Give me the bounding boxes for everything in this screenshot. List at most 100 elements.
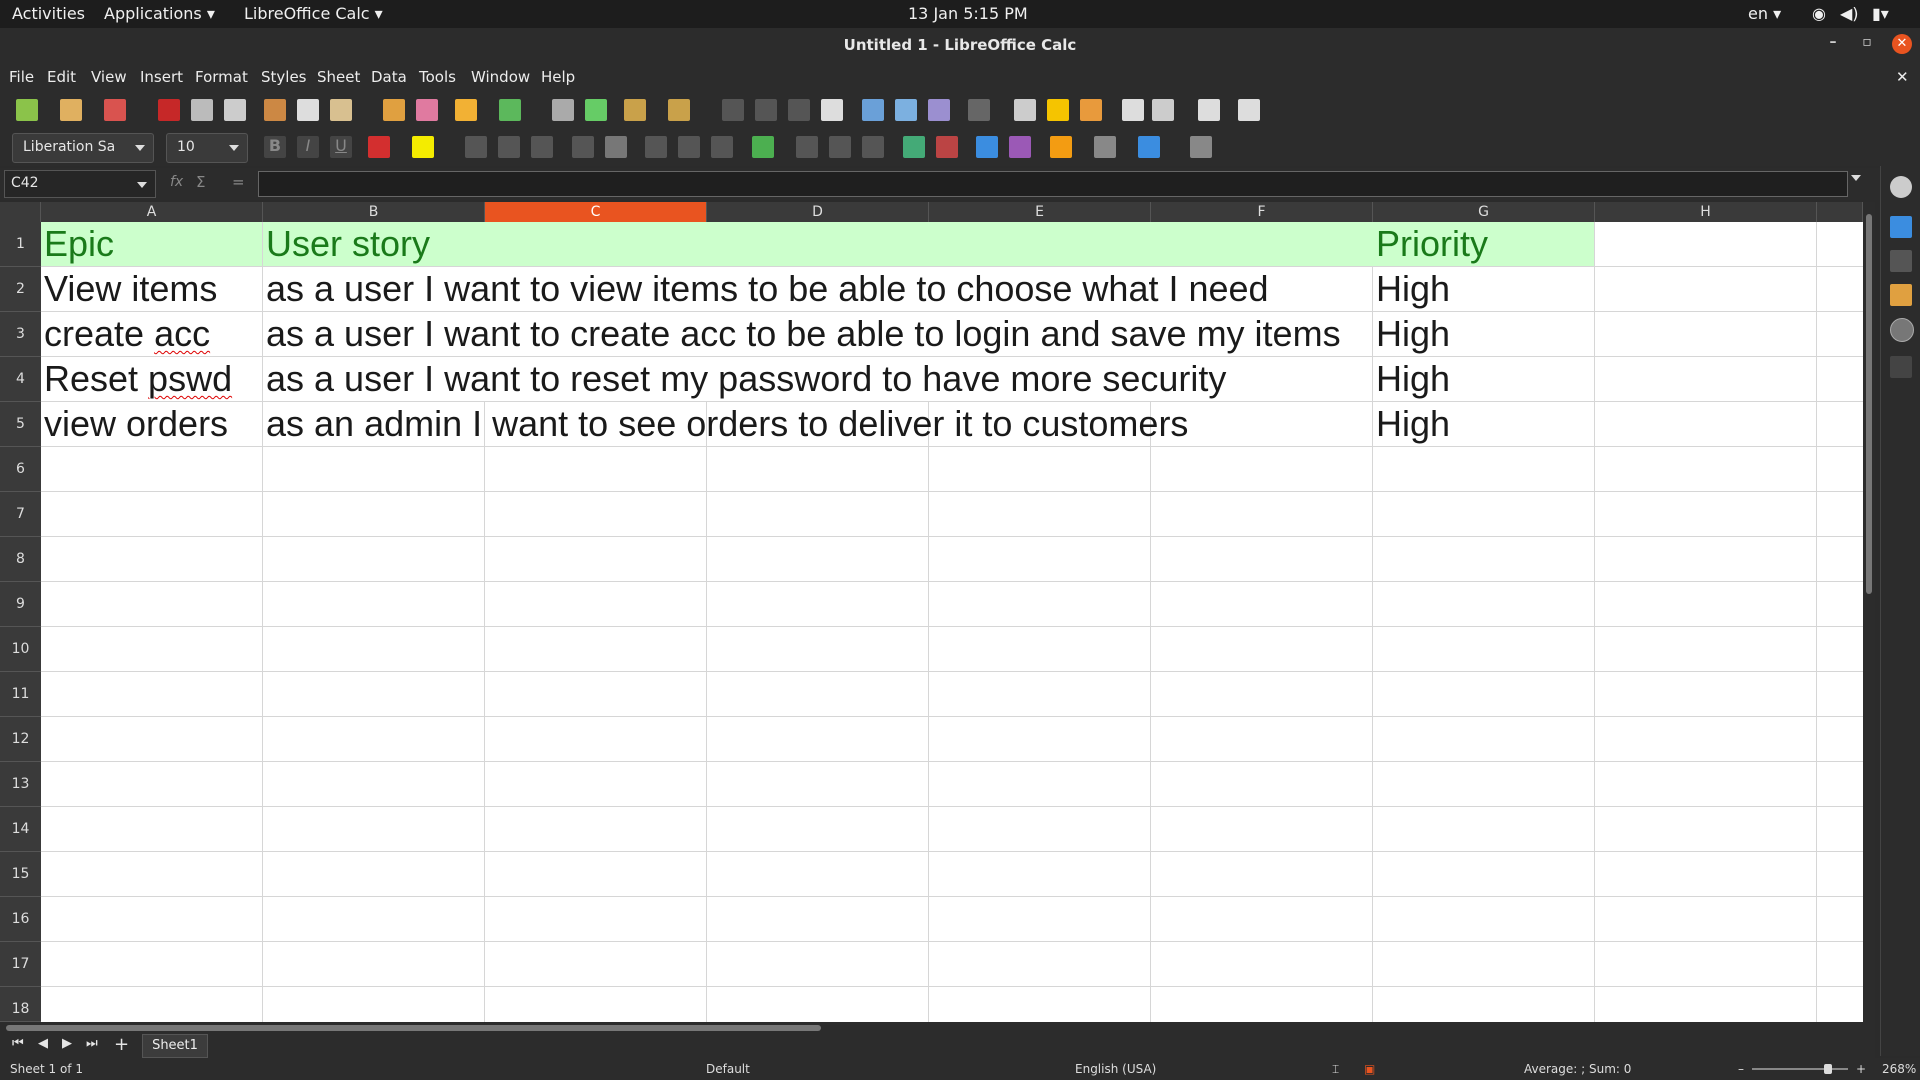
new-document-icon[interactable]: [16, 99, 38, 121]
column-icon[interactable]: [668, 99, 690, 121]
expand-formula-icon[interactable]: [1851, 175, 1861, 181]
number-format-icon[interactable]: [829, 136, 851, 158]
cell-b1[interactable]: User story: [263, 222, 485, 267]
currency-format-icon[interactable]: [752, 136, 774, 158]
last-sheet-icon[interactable]: ⏭: [86, 1036, 98, 1051]
vertical-scrollbar[interactable]: [1863, 202, 1875, 1022]
horizontal-scrollbar[interactable]: [0, 1022, 1875, 1034]
menu-format[interactable]: Format: [195, 68, 248, 86]
align-right-icon[interactable]: [531, 136, 553, 158]
row-header-15[interactable]: 15: [0, 852, 41, 897]
function-wizard-icon[interactable]: fx: [170, 174, 183, 190]
define-print-area-icon[interactable]: [1122, 99, 1144, 121]
battery-icon[interactable]: ▮▾: [1872, 4, 1889, 23]
column-header-h[interactable]: H: [1595, 202, 1817, 222]
redo-icon[interactable]: [499, 99, 521, 121]
align-center-icon[interactable]: [498, 136, 520, 158]
cell-g4[interactable]: High: [1373, 357, 1595, 402]
spreadsheet-grid[interactable]: A B C D E F G H 1 2 3 4 5 6 7 8 9 10 11 …: [0, 202, 1863, 1022]
row-header-8[interactable]: 8: [0, 537, 41, 582]
zoom-slider[interactable]: [1752, 1064, 1848, 1074]
wifi-icon[interactable]: ◉: [1812, 4, 1826, 23]
properties-icon[interactable]: [1890, 216, 1912, 238]
row-icon[interactable]: [624, 99, 646, 121]
row-header-16[interactable]: 16: [0, 897, 41, 942]
cell-g2[interactable]: High: [1373, 267, 1595, 312]
name-box[interactable]: C42: [4, 170, 156, 198]
sheet-tab[interactable]: Sheet1: [142, 1034, 208, 1058]
chevron-down-icon[interactable]: [229, 145, 239, 151]
previous-sheet-icon[interactable]: ◀: [38, 1036, 48, 1051]
special-character-icon[interactable]: [968, 99, 990, 121]
cell-b3[interactable]: as a user I want to create acc to be abl…: [263, 312, 1373, 357]
cell-b5[interactable]: as an admin I want to see orders to deli…: [263, 402, 1373, 447]
cell-b2[interactable]: as a user I want to view items to be abl…: [263, 267, 1373, 312]
applications-menu[interactable]: Applications ▾: [104, 4, 215, 23]
find-replace-icon[interactable]: [552, 99, 574, 121]
menu-window[interactable]: Window: [471, 68, 530, 86]
highlight-color-icon[interactable]: [412, 136, 434, 158]
menu-view[interactable]: View: [91, 68, 127, 86]
settings-gear-icon[interactable]: [1890, 176, 1912, 198]
row-header-10[interactable]: 10: [0, 627, 41, 672]
sort-descending-icon[interactable]: [788, 99, 810, 121]
export-pdf-icon[interactable]: [158, 99, 180, 121]
column-header-a[interactable]: A: [41, 202, 263, 222]
close-button[interactable]: ✕: [1892, 34, 1912, 54]
volume-icon[interactable]: ◀): [1840, 4, 1859, 23]
show-draw-functions-icon[interactable]: [1238, 99, 1260, 121]
delete-decimal-icon[interactable]: [936, 136, 958, 158]
open-folder-icon[interactable]: [60, 99, 82, 121]
row-header-1[interactable]: 1: [0, 222, 41, 267]
comment-icon[interactable]: [1047, 99, 1069, 121]
copy-icon[interactable]: [297, 99, 319, 121]
add-decimal-icon[interactable]: [903, 136, 925, 158]
column-header-d[interactable]: D: [707, 202, 929, 222]
merge-cells-icon[interactable]: [605, 136, 627, 158]
row-header-18[interactable]: 18: [0, 987, 41, 1022]
close-document-icon[interactable]: ✕: [1896, 68, 1909, 86]
align-middle-icon[interactable]: [678, 136, 700, 158]
decrease-indent-icon[interactable]: [1009, 136, 1031, 158]
gallery-icon[interactable]: [1890, 284, 1912, 306]
split-window-icon[interactable]: [1198, 99, 1220, 121]
cell-g1[interactable]: Priority: [1373, 222, 1595, 267]
styles-icon[interactable]: [1890, 250, 1912, 272]
align-left-icon[interactable]: [465, 136, 487, 158]
column-header-b[interactable]: B: [263, 202, 485, 222]
align-top-icon[interactable]: [645, 136, 667, 158]
formula-icon[interactable]: =: [232, 173, 245, 191]
row-header-4[interactable]: 4: [0, 357, 41, 402]
row-header-7[interactable]: 7: [0, 492, 41, 537]
row-header-3[interactable]: 3: [0, 312, 41, 357]
increase-indent-icon[interactable]: [976, 136, 998, 158]
save-icon[interactable]: [104, 99, 126, 121]
font-size-box[interactable]: 10: [166, 133, 248, 163]
autofilter-icon[interactable]: [821, 99, 843, 121]
underline-icon[interactable]: U: [330, 136, 352, 158]
row-header-13[interactable]: 13: [0, 762, 41, 807]
chevron-down-icon[interactable]: [135, 145, 145, 151]
font-color-icon[interactable]: [368, 136, 390, 158]
borders-icon[interactable]: [1050, 136, 1072, 158]
row-header-17[interactable]: 17: [0, 942, 41, 987]
print-preview-icon[interactable]: [224, 99, 246, 121]
menu-data[interactable]: Data: [371, 68, 407, 86]
menu-sheet[interactable]: Sheet: [317, 68, 360, 86]
row-header-2[interactable]: 2: [0, 267, 41, 312]
date-format-icon[interactable]: [862, 136, 884, 158]
menu-help[interactable]: Help: [541, 68, 575, 86]
column-header-e[interactable]: E: [929, 202, 1151, 222]
row-header-14[interactable]: 14: [0, 807, 41, 852]
align-bottom-icon[interactable]: [711, 136, 733, 158]
page-style[interactable]: Default: [706, 1062, 750, 1076]
clone-formatting-icon[interactable]: [383, 99, 405, 121]
menu-file[interactable]: File: [9, 68, 34, 86]
spelling-icon[interactable]: [585, 99, 607, 121]
app-menu[interactable]: LibreOffice Calc ▾: [244, 4, 383, 23]
insert-image-icon[interactable]: [862, 99, 884, 121]
menu-tools[interactable]: Tools: [419, 68, 456, 86]
cell-a4[interactable]: Reset pswd: [41, 357, 263, 402]
next-sheet-icon[interactable]: ▶: [62, 1036, 72, 1051]
formula-input[interactable]: [258, 171, 1848, 197]
